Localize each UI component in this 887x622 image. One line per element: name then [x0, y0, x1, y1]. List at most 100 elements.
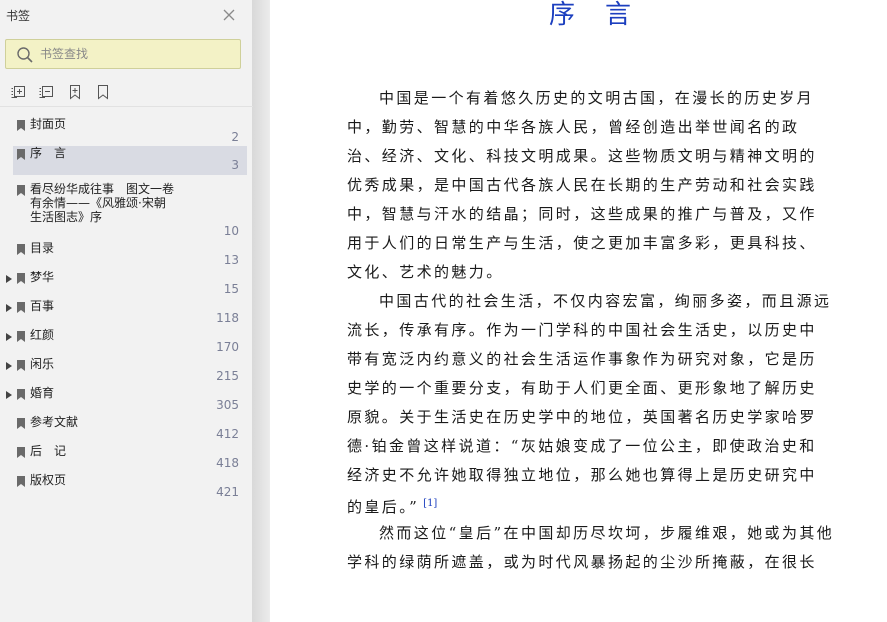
bookmark-icon [17, 302, 25, 313]
paragraph-line: 中，智慧与汗水的结晶；同时，这些成果的推广与普及，又作 [347, 203, 817, 225]
bookmark-label: 闲乐 [30, 357, 55, 371]
bookmark-label: 百事 [30, 299, 55, 313]
line-text: 中，勤劳、智慧的中华各族人民，曾经创造出举世闻名的政 [347, 118, 800, 136]
bookmark-item[interactable]: 版权页 421 [0, 473, 253, 499]
paragraph-line: 带有宽泛内约意义的社会生活运作事象作为研究对象，它是历 [347, 348, 817, 370]
line-text: 德·铂金曾这样说道：“灰姑娘变成了一位公主，即使政治史和 [347, 437, 817, 455]
bookmark-item[interactable]: 红颜 170 [0, 328, 253, 354]
bookmark-page-number: 10 [223, 224, 239, 238]
bookmark-label: 梦华 [30, 270, 55, 284]
bookmark-page-number: 305 [216, 398, 239, 412]
bookmark-page-number: 412 [216, 427, 239, 441]
bookmark-search-input[interactable] [40, 45, 230, 63]
bookmark-label: 序 言 [30, 146, 67, 160]
page-title: 序 言 [549, 0, 634, 30]
paragraph-line: 经济史不允许她取得独立地位，那么她也算得上是历史研究中 [347, 464, 817, 486]
bookmark-page-number: 3 [231, 158, 239, 172]
bookmark-label: 后 记 [30, 444, 67, 458]
bookmark-icon [17, 149, 25, 160]
line-text: 优秀成果，是中国古代各族人民在长期的生产劳动和社会实践 [347, 176, 817, 194]
line-text: 治、经济、文化、科技文明成果。这些物质文明与精神文明的 [347, 147, 817, 165]
bookmark-search-box[interactable] [5, 39, 241, 69]
bookmark-item[interactable]: 梦华 15 [0, 270, 253, 296]
bookmark-page-number: 421 [216, 485, 239, 499]
bookmark-icon [17, 418, 25, 429]
bookmark-label: 红颜 [30, 328, 55, 342]
bookmark-page-number: 15 [223, 282, 239, 296]
paragraph-line: 德·铂金曾这样说道：“灰姑娘变成了一位公主，即使政治史和 [347, 435, 817, 457]
add-bookmark-icon[interactable] [66, 83, 84, 101]
bookmark-icon[interactable] [94, 83, 112, 101]
bookmark-item[interactable]: 闲乐 215 [0, 357, 253, 383]
line-text: 中国古代的社会生活，不仅内容宏富，绚丽多姿，而且源远 [379, 292, 832, 310]
bookmark-page-number: 418 [216, 456, 239, 470]
search-icon [17, 47, 33, 63]
paragraph-line: 治、经济、文化、科技文明成果。这些物质文明与精神文明的 [347, 145, 817, 167]
paragraph-line: 然而这位“皇后”在中国却历尽坎坷，步履维艰，她或为其他 [379, 522, 834, 544]
bookmark-item[interactable]: 序 言 3 [0, 146, 253, 175]
bookmark-icon [17, 447, 25, 458]
line-text: 的皇后。” [347, 498, 420, 516]
line-text: 中，智慧与汗水的结晶；同时，这些成果的推广与普及，又作 [347, 205, 817, 223]
paragraph-line: 原貌。关于生活史在历史学中的地位，英国著名历史学家哈罗 [347, 406, 817, 428]
expand-arrow-icon[interactable] [6, 333, 12, 341]
paragraph-line: 中，勤劳、智慧的中华各族人民，曾经创造出举世闻名的政 [347, 116, 799, 138]
line-text: 带有宽泛内约意义的社会生活运作事象作为研究对象，它是历 [347, 350, 817, 368]
paragraph-line: 中国是一个有着悠久历史的文明古国，在漫长的历史岁月 [379, 87, 814, 109]
bookmark-page-number: 118 [216, 311, 239, 325]
line-text: 用于人们的日常生产与生活，使之更加丰富多彩，更具科技、 [347, 234, 817, 252]
bookmark-icon [17, 273, 25, 284]
bookmark-item[interactable]: 目录 13 [0, 241, 253, 267]
bookmark-label: 目录 [30, 241, 55, 255]
line-text: 原貌。关于生活史在历史学中的地位，英国著名历史学家哈罗 [347, 408, 817, 426]
bookmark-item[interactable]: 后 记 418 [0, 444, 253, 470]
paragraph-line: 史学的一个重要分支，有助于人们更全面、更形象地了解历史 [347, 377, 817, 399]
line-text: 经济史不允许她取得独立地位，那么她也算得上是历史研究中 [347, 466, 817, 484]
bookmark-panel-title: 书签 [6, 9, 31, 23]
bookmark-item[interactable]: 婚育 305 [0, 386, 253, 412]
bookmark-item[interactable]: 看尽纷华成往事 图文一卷 有余情——《风雅颂·宋朝 生活图志》序 10 [0, 182, 253, 239]
paragraph-line: 用于人们的日常生产与生活，使之更加丰富多彩，更具科技、 [347, 232, 817, 254]
paragraph-line: 文化、艺术的魅力。 [347, 261, 504, 283]
expand-arrow-icon[interactable] [6, 362, 12, 370]
paragraph-line: 中国古代的社会生活，不仅内容宏富，绚丽多姿，而且源远 [379, 290, 831, 312]
expand-arrow-icon[interactable] [6, 304, 12, 312]
bookmark-label: 版权页 [30, 473, 67, 487]
close-icon[interactable] [221, 7, 237, 23]
toolbar-divider [0, 106, 253, 107]
bookmark-page-number: 170 [216, 340, 239, 354]
bookmark-page-number: 2 [231, 130, 239, 144]
bookmark-icon [17, 360, 25, 371]
bookmark-item[interactable]: 百事 118 [0, 299, 253, 325]
collapse-all-icon[interactable] [38, 83, 56, 101]
expand-all-icon[interactable] [10, 83, 28, 101]
paragraph-line: 优秀成果，是中国古代各族人民在长期的生产劳动和社会实践 [347, 174, 817, 196]
bookmark-page-number: 215 [216, 369, 239, 383]
expand-arrow-icon[interactable] [6, 391, 12, 399]
bookmark-panel: 书签 封面页2序 言3看尽纷华成往事 图文一卷 有余情— [0, 0, 253, 622]
paragraph-line: 的皇后。” [1] [347, 493, 437, 516]
line-text: 流长，传承有序。作为一门学科的中国社会生活史，以历史中 [347, 321, 817, 339]
document-page: 序 言 中国是一个有着悠久历史的文明古国，在漫长的历史岁月中，勤劳、智慧的中华各… [270, 0, 887, 622]
bookmark-panel-header: 书签 [0, 0, 253, 30]
bookmark-item[interactable]: 封面页 2 [0, 117, 253, 144]
paragraph-line: 流长，传承有序。作为一门学科的中国社会生活史，以历史中 [347, 319, 817, 341]
bookmark-icon [17, 331, 25, 342]
bookmark-icon [17, 120, 25, 131]
footnote-link[interactable]: [1] [423, 498, 437, 509]
bookmark-icon [17, 185, 25, 196]
page-gutter [253, 0, 270, 622]
bookmark-label: 婚育 [30, 386, 55, 400]
line-text: 史学的一个重要分支，有助于人们更全面、更形象地了解历史 [347, 379, 817, 397]
line-text: 然而这位“皇后”在中国却历尽坎坷，步履维艰，她或为其他 [379, 524, 835, 542]
bookmark-item[interactable]: 参考文献 412 [0, 415, 253, 441]
paragraph-line: 学科的绿荫所遮盖，或为时代风暴扬起的尘沙所掩蔽，在很长 [347, 551, 817, 573]
line-text: 学科的绿荫所遮盖，或为时代风暴扬起的尘沙所掩蔽，在很长 [347, 553, 817, 571]
bookmark-label: 封面页 [30, 117, 67, 131]
line-text: 文化、艺术的魅力。 [347, 263, 504, 281]
expand-arrow-icon[interactable] [6, 275, 12, 283]
bookmark-icon [17, 389, 25, 400]
bookmark-icon [17, 476, 25, 487]
bookmark-label: 看尽纷华成往事 图文一卷 有余情——《风雅颂·宋朝 生活图志》序 [30, 182, 175, 224]
line-text: 中国是一个有着悠久历史的文明古国，在漫长的历史岁月 [379, 89, 815, 107]
